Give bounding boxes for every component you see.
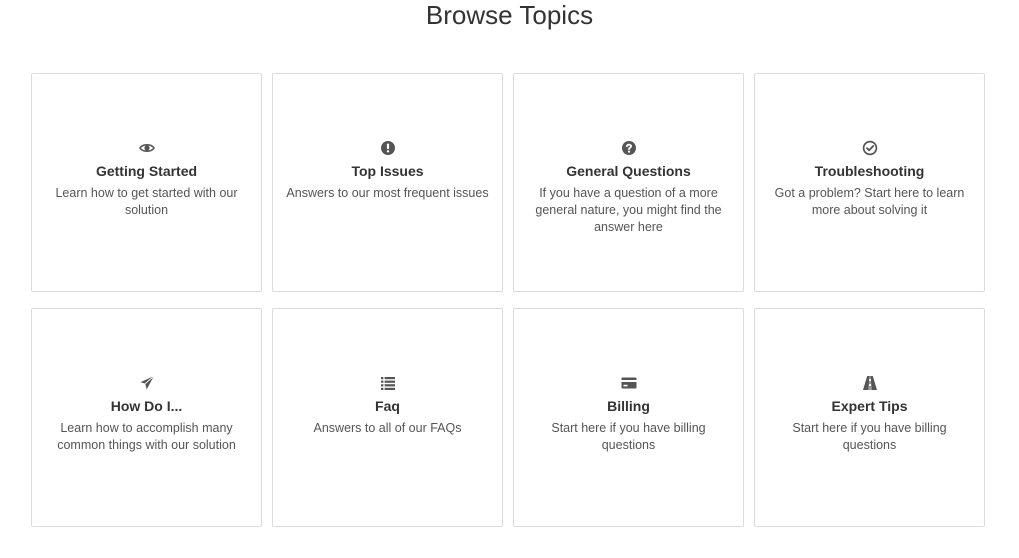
eye-icon	[138, 140, 155, 156]
list-icon	[380, 375, 396, 391]
topic-card-how-do-i[interactable]: How Do I... Learn how to accomplish many…	[31, 308, 262, 527]
topics-grid: Getting Started Learn how to get started…	[31, 73, 985, 527]
topic-card-expert-tips[interactable]: Expert Tips Start here if you have billi…	[754, 308, 985, 527]
credit-card-icon	[621, 375, 637, 391]
topic-description: Start here if you have billing questions	[551, 421, 706, 452]
topic-title: Billing	[607, 398, 650, 414]
topic-title: Top Issues	[351, 163, 424, 179]
page-title: Browse Topics	[425, 0, 594, 30]
topic-title: Expert Tips	[831, 398, 908, 414]
topic-card-faq[interactable]: Faq Answers to all of our FAQs	[272, 308, 503, 527]
topic-card-billing[interactable]: Billing Start here if you have billing q…	[513, 308, 744, 527]
topic-title: How Do I...	[110, 398, 183, 414]
topic-card-general-questions[interactable]: General Questions If you have a question…	[513, 73, 744, 292]
topic-description: Learn how to get started with our soluti…	[55, 186, 238, 217]
topic-description: Answers to our most frequent issues	[286, 186, 489, 200]
topic-title: General Questions	[566, 163, 691, 179]
topic-description: If you have a question of a more general…	[535, 186, 722, 234]
exclamation-circle-icon	[380, 140, 396, 156]
road-icon	[862, 375, 878, 391]
topic-card-getting-started[interactable]: Getting Started Learn how to get started…	[31, 73, 262, 292]
topic-title: Faq	[375, 398, 400, 414]
topic-title: Troubleshooting	[814, 163, 925, 179]
topic-description: Start here if you have billing questions	[792, 421, 947, 452]
topic-description: Answers to all of our FAQs	[313, 421, 462, 435]
question-circle-icon	[621, 140, 637, 156]
topic-title: Getting Started	[95, 163, 198, 179]
paper-plane-icon	[139, 375, 155, 391]
topic-card-top-issues[interactable]: Top Issues Answers to our most frequent …	[272, 73, 503, 292]
check-circle-icon	[862, 140, 878, 156]
topic-description: Got a problem? Start here to learn more …	[774, 186, 965, 217]
topic-description: Learn how to accomplish many common thin…	[57, 421, 236, 452]
topic-card-troubleshooting[interactable]: Troubleshooting Got a problem? Start her…	[754, 73, 985, 292]
